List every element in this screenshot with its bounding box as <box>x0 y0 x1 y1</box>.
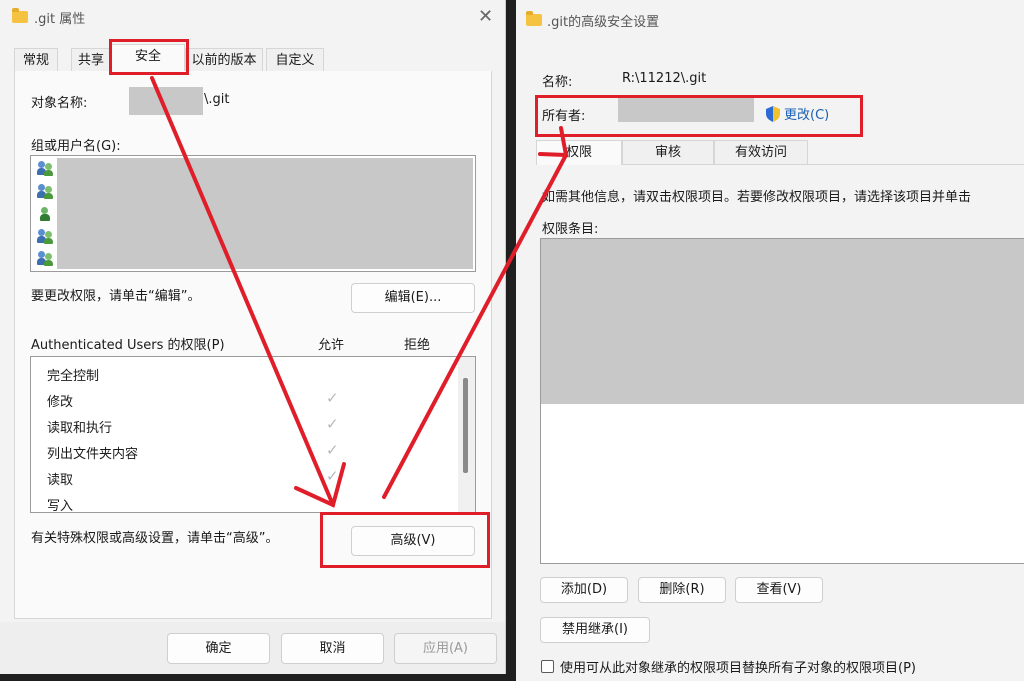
redacted-path <box>129 87 203 115</box>
allow-check-icon: ✓ <box>326 389 339 407</box>
tab-general[interactable]: 常规 <box>14 48 58 72</box>
uac-shield-icon <box>766 106 780 122</box>
folder-icon <box>12 8 28 23</box>
permissions-listbox[interactable]: 完全控制修改 ✓ 读取和执行 ✓ 列出文件夹内容 ✓ 读取 ✓ 写入 ✓ <box>30 356 476 513</box>
user-group-icon <box>37 250 53 266</box>
user-group-icon <box>37 228 53 244</box>
disable-inheritance-button[interactable]: 禁用继承(I) <box>540 617 650 643</box>
allow-check-icon: ✓ <box>326 467 339 485</box>
change-link-label[interactable]: 更改(C) <box>784 108 829 123</box>
tab-divider <box>622 164 1024 165</box>
name-value: R:\11212\.git <box>622 71 707 86</box>
properties-window: .git 属性 ✕ 常规 共享 安全 以前的版本 自定义 对象名称: \.git… <box>0 0 506 674</box>
folder-icon <box>526 11 542 26</box>
tab-sharing[interactable]: 共享 <box>71 48 111 72</box>
tab-previous-versions[interactable]: 以前的版本 <box>185 48 263 72</box>
advanced-hint: 有关特殊权限或高级设置，请单击“高级”。 <box>31 531 279 546</box>
scrollbar-thumb[interactable] <box>463 378 468 473</box>
permission-row: 读取和执行 <box>47 421 113 436</box>
add-button[interactable]: 添加(D) <box>540 577 628 603</box>
name-label: 名称: <box>542 75 573 90</box>
apply-button[interactable]: 应用(A) <box>394 633 497 664</box>
permission-row: 写入 <box>47 499 74 513</box>
tab-effective-access[interactable]: 有效访问 <box>714 140 808 165</box>
remove-button[interactable]: 删除(R) <box>638 577 726 603</box>
edit-button[interactable]: 编辑(E)... <box>351 283 475 313</box>
owner-label: 所有者: <box>542 109 586 124</box>
ok-button[interactable]: 确定 <box>167 633 270 664</box>
allow-header: 允许 <box>318 338 345 353</box>
permission-row: 完全控制 <box>47 369 100 384</box>
replace-child-permissions-label: 使用可从此对象继承的权限项目替换所有子对象的权限项目(P) <box>560 661 916 676</box>
tab-customize[interactable]: 自定义 <box>266 48 324 72</box>
groups-label: 组或用户名(G): <box>31 139 121 154</box>
permission-row: 修改 <box>47 395 74 410</box>
edit-hint: 要更改权限，请单击“编辑”。 <box>31 289 201 304</box>
tab-permissions[interactable]: 权限 <box>536 140 622 165</box>
window-title: .git 属性 <box>34 12 86 27</box>
allow-check-icon: ✓ <box>326 493 339 511</box>
replace-child-permissions-checkbox[interactable] <box>541 660 554 673</box>
view-button[interactable]: 查看(V) <box>735 577 823 603</box>
object-name-label: 对象名称: <box>31 96 88 111</box>
user-group-icon <box>37 183 53 199</box>
tab-auditing[interactable]: 审核 <box>622 140 714 165</box>
deny-header: 拒绝 <box>404 338 431 353</box>
advanced-button[interactable]: 高级(V) <box>351 526 475 556</box>
permissions-header: Authenticated Users 的权限(P) <box>31 338 225 353</box>
permission-row: 列出文件夹内容 <box>47 447 139 462</box>
permission-row: 读取 <box>47 473 74 488</box>
close-icon[interactable]: ✕ <box>478 6 493 27</box>
allow-check-icon: ✓ <box>326 415 339 433</box>
change-owner-link[interactable]: 更改(C) <box>766 104 829 123</box>
window-title: .git的高级安全设置 <box>547 15 660 30</box>
object-name-suffix: \.git <box>204 92 230 107</box>
cancel-button[interactable]: 取消 <box>281 633 384 664</box>
entries-label: 权限条目: <box>542 222 599 237</box>
user-group-icon <box>37 160 53 176</box>
info-text: 如需其他信息，请双击权限项目。若要修改权限项目，请选择该项目并单击 <box>542 190 972 205</box>
allow-check-icon: ✓ <box>326 441 339 459</box>
redacted-users <box>57 158 473 269</box>
redacted-owner <box>618 98 754 122</box>
advanced-security-window: .git的高级安全设置 名称: R:\11212\.git 所有者: 更改(C)… <box>516 0 1024 681</box>
user-icon <box>37 206 53 222</box>
tab-security[interactable]: 安全 <box>111 44 185 72</box>
redacted-entries <box>541 239 1024 404</box>
